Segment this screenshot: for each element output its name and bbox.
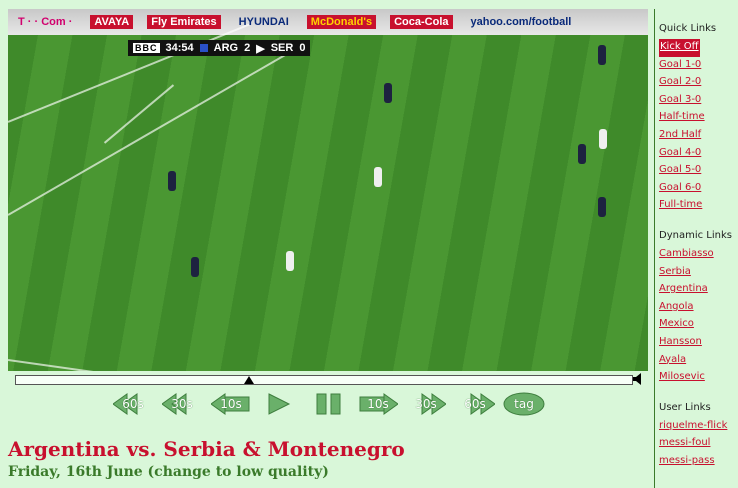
tag-label: tag bbox=[514, 397, 534, 411]
dynamic-link[interactable]: Cambiasso bbox=[659, 246, 738, 264]
dynamic-link[interactable]: Serbia bbox=[659, 264, 738, 282]
quick-links-list: Kick Off Goal 1-0 Goal 2-0 Goal 3-0 Half-tim… bbox=[659, 39, 738, 215]
advertising-boards: T · · Com · AVAYA Fly Emirates HYUNDAI McDon… bbox=[8, 9, 648, 35]
rewind-60s-label: 60s bbox=[122, 397, 144, 411]
team1-score: 2 bbox=[244, 42, 251, 54]
quick-link[interactable]: Goal 5-0 bbox=[659, 162, 738, 180]
team1-flag-icon bbox=[199, 44, 208, 52]
pause-button[interactable] bbox=[315, 392, 343, 416]
rewind-60s-button[interactable]: 60s bbox=[113, 392, 153, 416]
dynamic-links-list: Cambiasso Serbia Argentina Angola Mexico Hans… bbox=[659, 246, 738, 387]
player bbox=[168, 171, 176, 191]
user-link[interactable]: messi-foul bbox=[659, 435, 738, 453]
dynamic-link[interactable]: Mexico bbox=[659, 316, 738, 334]
team2-name: SER bbox=[270, 42, 294, 54]
play-indicator-icon: ▶ bbox=[256, 42, 265, 55]
pitch-line bbox=[8, 23, 250, 123]
quick-link[interactable]: Goal 2-0 bbox=[659, 74, 738, 92]
rewind-10s-button[interactable]: 10s bbox=[211, 392, 251, 416]
video-player[interactable]: T · · Com · AVAYA Fly Emirates HYUNDAI McDon… bbox=[8, 9, 648, 371]
forward-60s-button[interactable]: 60s bbox=[455, 392, 495, 416]
match-title: Argentina vs. Serbia & Montenegro bbox=[8, 437, 405, 461]
player bbox=[286, 251, 294, 271]
speaker-icon[interactable] bbox=[633, 373, 643, 385]
player bbox=[384, 83, 392, 103]
forward-60s-label: 60s bbox=[464, 397, 486, 411]
ad-board: McDonald's bbox=[306, 15, 377, 29]
ad-board: T · · Com · bbox=[18, 16, 73, 28]
forward-30s-button[interactable]: 30s bbox=[406, 392, 446, 416]
user-links-list: riquelme-flick messi-foul messi-pass bbox=[659, 418, 738, 471]
pitch-line bbox=[8, 54, 286, 216]
player bbox=[599, 129, 607, 149]
dynamic-link[interactable]: Milosevic bbox=[659, 369, 738, 387]
user-link[interactable]: messi-pass bbox=[659, 453, 738, 471]
quick-link[interactable]: Goal 1-0 bbox=[659, 57, 738, 75]
ad-board: AVAYA bbox=[90, 15, 134, 29]
dynamic-link[interactable]: Angola bbox=[659, 299, 738, 317]
quick-link[interactable]: Goal 4-0 bbox=[659, 145, 738, 163]
pitch-line bbox=[8, 359, 127, 371]
pitch-line bbox=[103, 84, 175, 144]
player bbox=[191, 257, 199, 277]
user-link[interactable]: riquelme-flick bbox=[659, 418, 738, 436]
seek-handle[interactable] bbox=[244, 376, 255, 384]
scoreboard-overlay: BBC 34:54 ARG 2 ▶ SER 0 bbox=[128, 40, 311, 56]
quick-link[interactable]: Goal 3-0 bbox=[659, 92, 738, 110]
quick-link[interactable]: Kick Off bbox=[659, 39, 700, 57]
rewind-10s-label: 10s bbox=[220, 397, 242, 411]
dynamic-link[interactable]: Argentina bbox=[659, 281, 738, 299]
ad-board: Coca-Cola bbox=[390, 15, 453, 29]
quick-link[interactable]: Goal 6-0 bbox=[659, 180, 738, 198]
ad-board: yahoo.com/football bbox=[470, 16, 572, 28]
user-links-heading: User Links bbox=[659, 401, 711, 413]
rewind-30s-label: 30s bbox=[171, 397, 193, 411]
seek-bar[interactable] bbox=[15, 375, 633, 385]
play-button[interactable] bbox=[266, 392, 292, 416]
player bbox=[374, 167, 382, 187]
match-subtitle: Friday, 16th June (change to low quality… bbox=[8, 464, 329, 480]
ad-board: Fly Emirates bbox=[147, 15, 221, 29]
tag-button[interactable]: tag bbox=[503, 392, 545, 416]
team1-name: ARG bbox=[213, 42, 239, 54]
player bbox=[598, 45, 606, 65]
player bbox=[598, 197, 606, 217]
quick-links-heading: Quick Links bbox=[659, 23, 717, 34]
broadcaster-logo: BBC bbox=[133, 43, 160, 53]
match-clock: 34:54 bbox=[165, 42, 194, 54]
team2-score: 0 bbox=[299, 42, 306, 54]
player bbox=[578, 144, 586, 164]
quick-link[interactable]: 2nd Half bbox=[659, 127, 738, 145]
rewind-30s-button[interactable]: 30s bbox=[162, 392, 202, 416]
pause-icon bbox=[316, 393, 341, 415]
links-sidebar: Quick Links Kick Off Goal 1-0 Goal 2-0 Goal… bbox=[654, 9, 738, 488]
forward-10s-label: 10s bbox=[367, 397, 389, 411]
forward-30s-label: 30s bbox=[415, 397, 437, 411]
dynamic-link[interactable]: Ayala bbox=[659, 352, 738, 370]
dynamic-links-heading: Dynamic Links bbox=[659, 229, 732, 241]
dynamic-link[interactable]: Hansson bbox=[659, 334, 738, 352]
play-icon bbox=[268, 393, 291, 415]
quick-link[interactable]: Full-time bbox=[659, 197, 738, 215]
quick-link[interactable]: Half-time bbox=[659, 109, 738, 127]
forward-10s-button[interactable]: 10s bbox=[358, 392, 398, 416]
